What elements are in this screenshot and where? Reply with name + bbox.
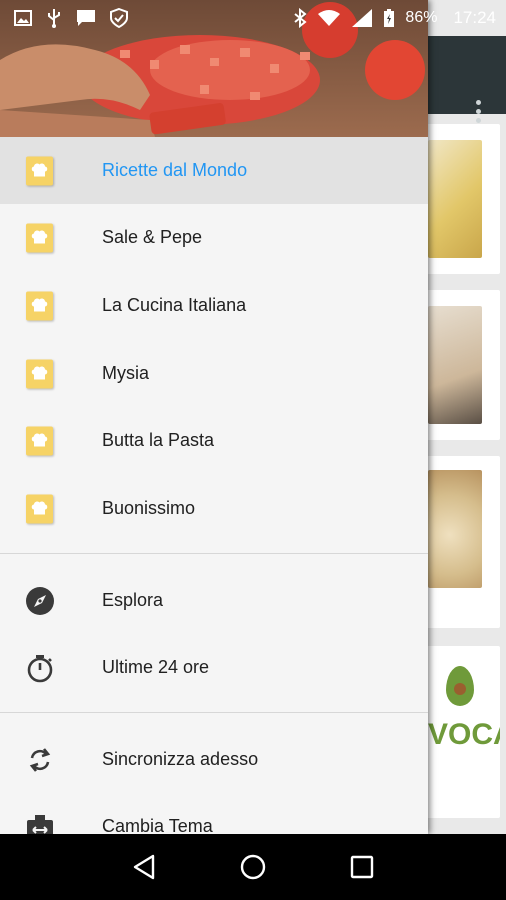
clock: 17:24 [453,8,496,27]
home-icon [240,854,266,880]
menu-item-ultime-24-ore[interactable]: Ultime 24 ore [0,634,428,701]
chef-hat-icon [26,494,53,523]
shield-icon [110,8,128,28]
chef-hat-icon [26,359,53,388]
menu-item-esplora[interactable]: Esplora [0,567,428,634]
feed-label: Ricette dal Mondo [102,160,248,180]
article-thumbnail [428,306,482,424]
overflow-menu-icon[interactable] [476,100,482,124]
message-icon [77,10,95,26]
avocado-logo-icon [446,666,474,706]
menu-item-sincronizza-adesso[interactable]: Sincronizza adesso [0,726,428,793]
system-navigation-bar [0,834,506,900]
recents-icon [350,855,373,879]
feed-item-mysia[interactable]: Mysia [0,340,428,407]
navigation-drawer: Ricette dal Mondo Sale & Pepe La Cucina … [0,0,428,834]
usb-icon [48,9,60,28]
back-button[interactable] [124,847,164,887]
feed-label: Mysia [102,363,150,383]
feed-label: Butta la Pasta [102,430,215,450]
status-bar: 86% 17:24 [0,0,506,36]
recents-button[interactable] [342,847,382,887]
compass-icon [26,586,54,615]
feed-label: Sale & Pepe [102,227,203,247]
feed-item-ricette-dal-mondo[interactable]: Ricette dal Mondo [0,137,428,204]
sync-icon [29,747,51,772]
feed-label: Buonissimo [102,498,196,518]
chef-hat-icon [26,426,53,455]
article-thumbnail [428,470,482,588]
image-icon [14,10,32,26]
menu-label: Cambia Tema [102,816,213,834]
chef-hat-icon [26,156,53,185]
stopwatch-icon [27,654,53,682]
feed-item-butta-la-pasta[interactable]: Butta la Pasta [0,407,428,474]
wifi-icon [318,10,341,26]
divider [0,553,428,554]
feed-item-sale-pepe[interactable]: Sale & Pepe [0,204,428,271]
menu-label: Ultime 24 ore [102,657,210,677]
feed-item-buonissimo[interactable]: Buonissimo [0,475,428,542]
feed-item-la-cucina-italiana[interactable]: La Cucina Italiana [0,272,428,339]
chef-hat-icon [26,291,53,320]
back-icon [134,854,155,880]
menu-item-cambia-tema[interactable]: Cambia Tema [0,793,428,834]
card-logo-text: VOCA [428,718,500,751]
feed-label: La Cucina Italiana [102,295,247,315]
menu-label: Esplora [102,590,164,610]
battery-charging-icon [384,9,395,27]
signal-icon [352,9,373,27]
menu-label: Sincronizza adesso [102,749,259,769]
divider [0,712,428,713]
battery-percentage: 86% [405,9,438,26]
bluetooth-icon [294,8,308,28]
chef-hat-icon [26,223,53,252]
home-button[interactable] [233,847,273,887]
theme-icon [27,814,53,834]
article-thumbnail [428,140,482,258]
